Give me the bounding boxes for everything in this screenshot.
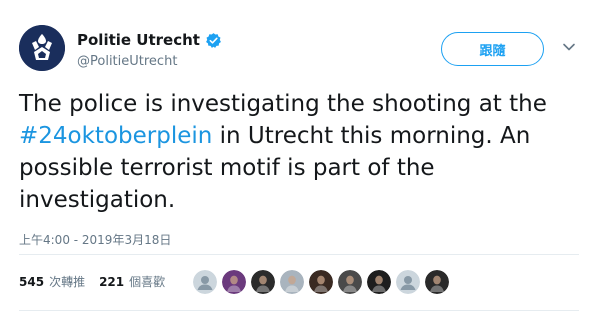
liker-avatar-icon[interactable] [338,270,362,294]
likes-count: 221 [99,274,125,289]
retweets-stat[interactable]: 545 次轉推 [19,273,85,290]
tweet-stats: 545 次轉推 221 個喜歡 [19,273,179,290]
divider [19,254,579,255]
divider [19,310,579,311]
liker-avatar-icon[interactable] [280,270,304,294]
liker-avatar-icon[interactable] [193,270,217,294]
tweet-text-start: The police is investigating the shooting… [19,91,547,117]
tweet-text: The police is investigating the shooting… [19,88,579,216]
verified-badge-icon [206,32,221,48]
liker-avatar-icon[interactable] [309,270,333,294]
liker-avatars [193,270,449,294]
liker-avatar-icon[interactable] [367,270,391,294]
liker-avatar-icon[interactable] [251,270,275,294]
tweet-card: Politie Utrecht @PolitieUtrecht 跟隨 The p… [0,0,593,322]
retweets-label: 次轉推 [49,275,86,289]
user-info: Politie Utrecht @PolitieUtrecht [77,30,222,69]
follow-button[interactable]: 跟隨 [441,32,544,66]
police-logo-icon [19,25,65,71]
hashtag-link[interactable]: #24oktoberplein [19,123,212,149]
likes-stat[interactable]: 221 個喜歡 [99,273,165,290]
retweets-count: 545 [19,274,45,289]
chevron-down-icon[interactable] [562,40,576,54]
profile-avatar[interactable] [19,25,65,71]
likes-label: 個喜歡 [129,275,166,289]
display-name[interactable]: Politie Utrecht [77,31,200,49]
liker-avatar-icon[interactable] [222,270,246,294]
tweet-timestamp[interactable]: 上午4:00 - 2019年3月18日 [19,231,171,248]
user-handle[interactable]: @PolitieUtrecht [77,54,222,69]
liker-avatar-icon[interactable] [425,270,449,294]
liker-avatar-icon[interactable] [396,270,420,294]
